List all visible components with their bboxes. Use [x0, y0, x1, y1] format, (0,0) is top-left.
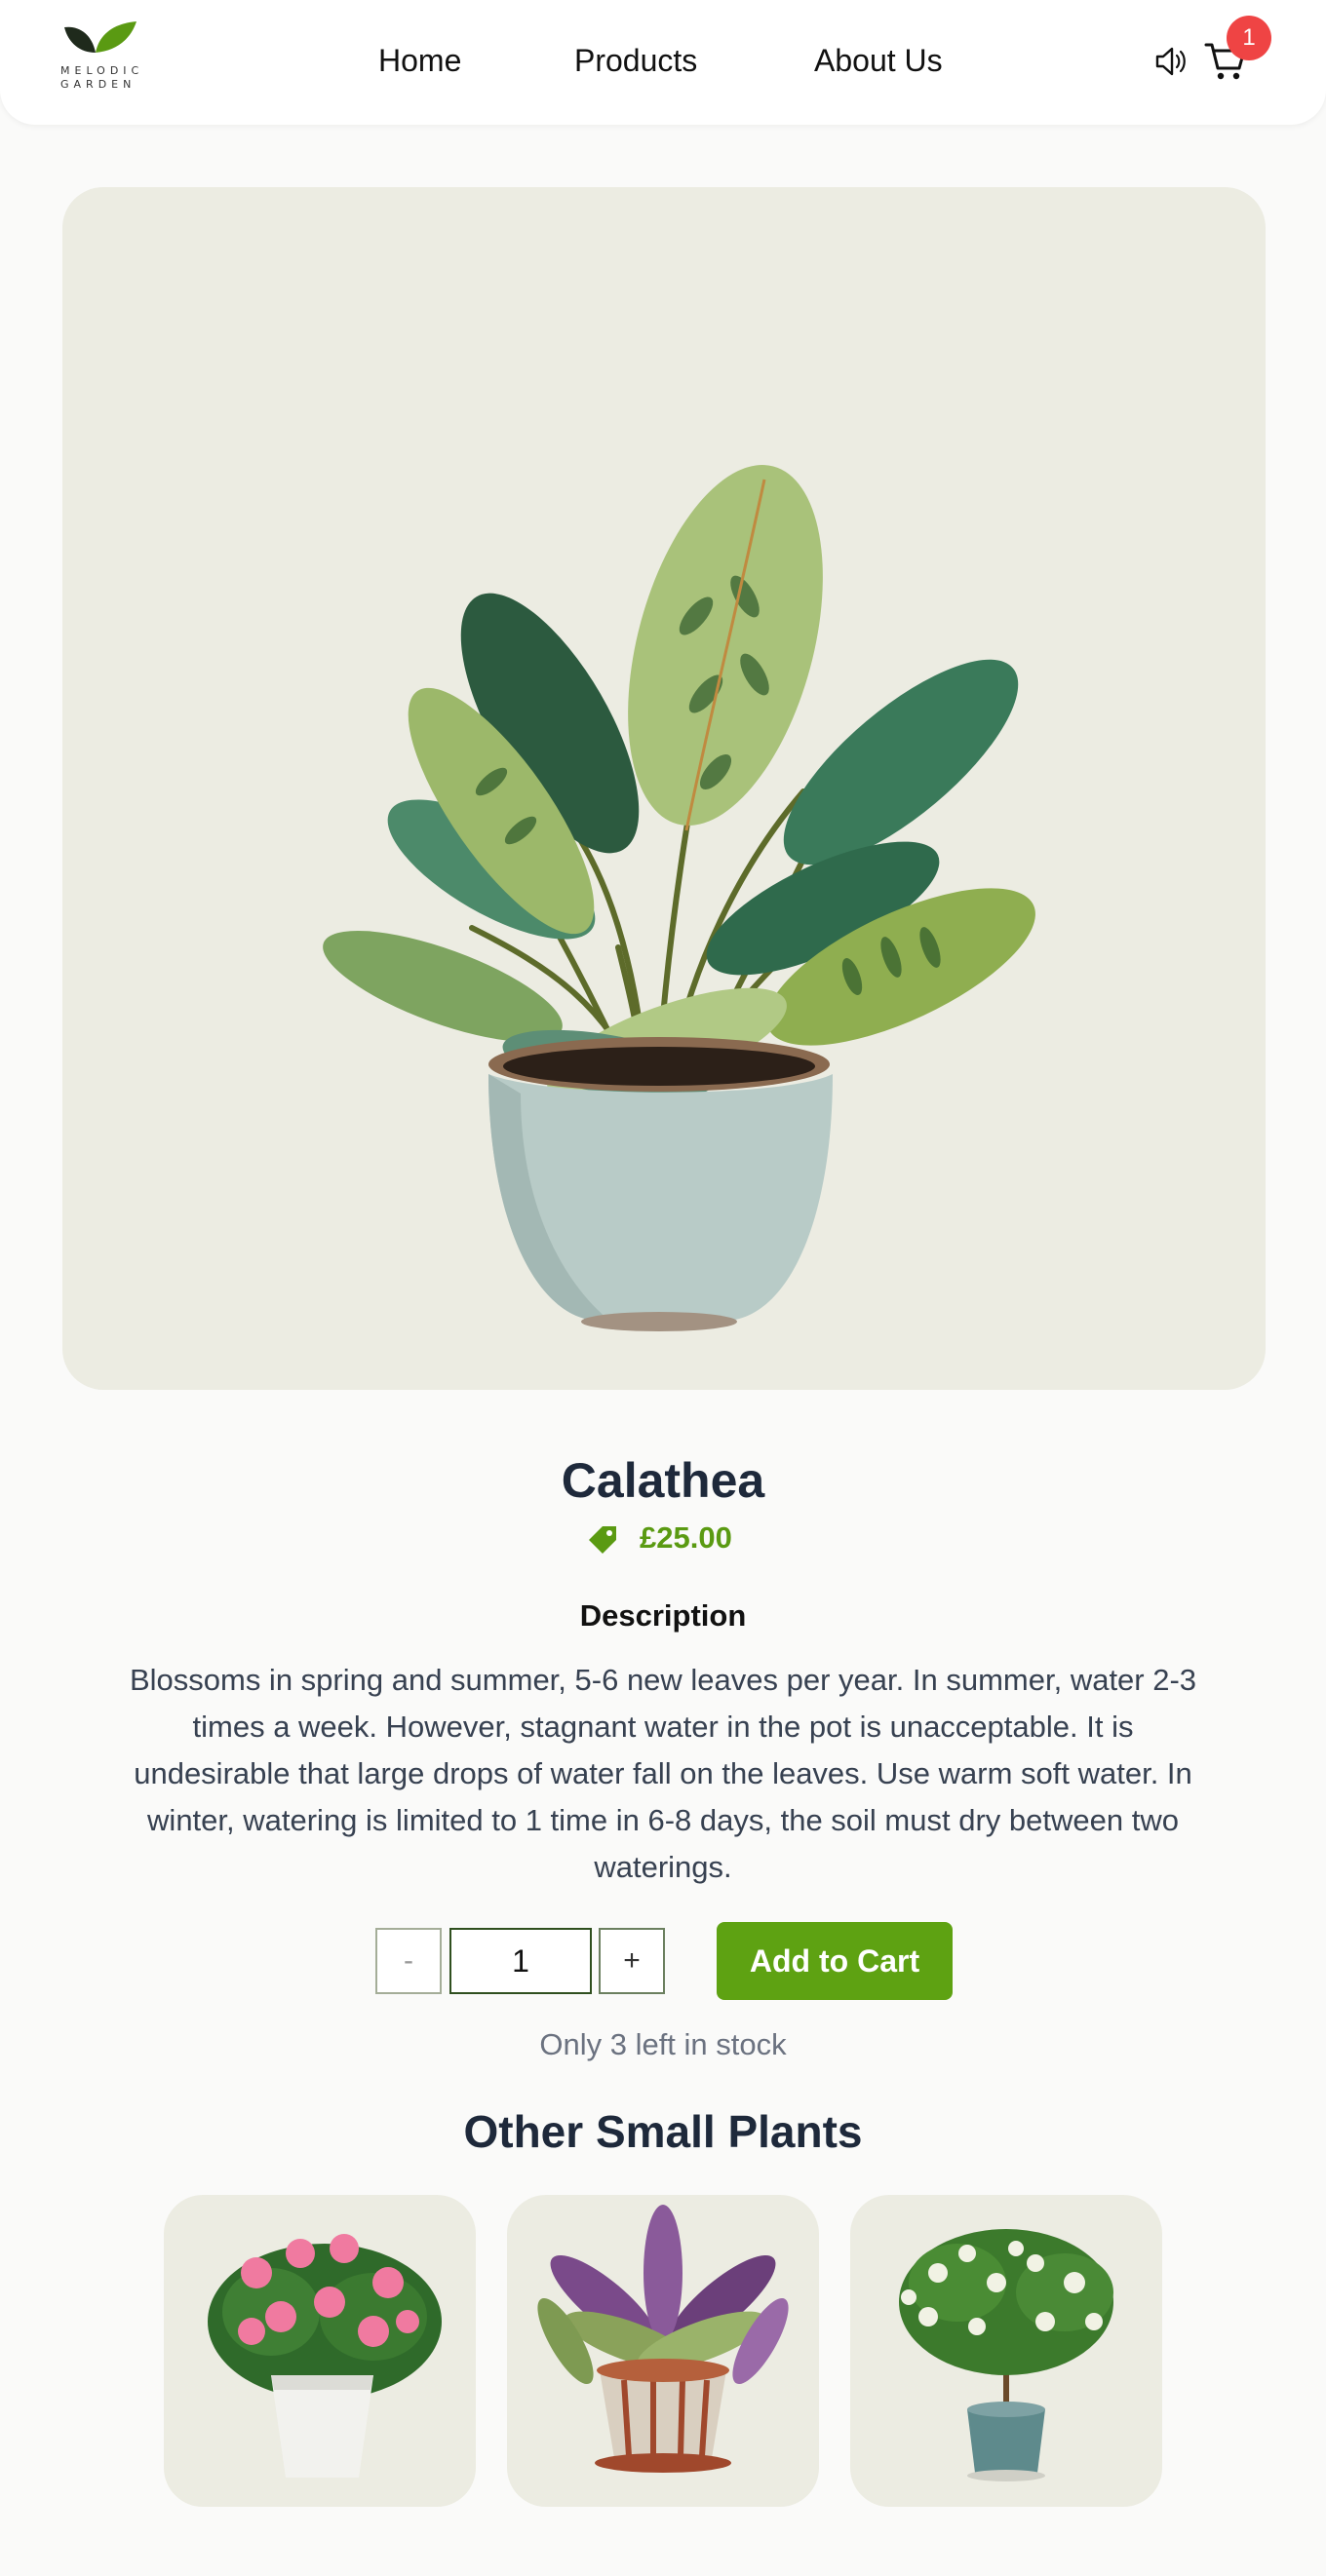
- speaker-icon[interactable]: [1152, 43, 1190, 85]
- cart-count-badge: 1: [1227, 16, 1271, 60]
- related-product-card-2[interactable]: [507, 2195, 819, 2507]
- leaf-logo-icon: [64, 21, 136, 53]
- product-image: [62, 187, 1266, 1390]
- price-tag-icon: [589, 1526, 616, 1554]
- nav-home[interactable]: Home: [378, 43, 461, 79]
- brand-logo[interactable]: MELODIC GARDEN: [57, 19, 164, 97]
- nav-about-us[interactable]: About Us: [814, 43, 943, 79]
- pink-flower-plant-image: [208, 2234, 442, 2478]
- quantity-input[interactable]: [449, 1928, 592, 1994]
- decrease-quantity-button[interactable]: -: [375, 1928, 442, 1994]
- stock-status: Only 3 left in stock: [539, 2027, 787, 2061]
- brand-name-line1: MELODIC: [60, 64, 144, 77]
- site-header: MELODIC GARDEN Home Products About Us 1: [0, 0, 1326, 125]
- increase-quantity-button[interactable]: +: [599, 1928, 665, 1994]
- product-description: Blossoms in spring and summer, 5-6 new l…: [129, 1663, 1197, 1884]
- tradescantia-plant-image: [537, 2205, 789, 2473]
- nav-products[interactable]: Products: [574, 43, 697, 79]
- related-products-heading: Other Small Plants: [463, 2106, 863, 2157]
- jasmine-tree-plant-image: [899, 2229, 1113, 2481]
- related-product-card-3[interactable]: [850, 2195, 1162, 2507]
- description-heading: Description: [579, 1598, 747, 1633]
- brand-name-line2: GARDEN: [60, 78, 136, 91]
- product-title: Calathea: [561, 1453, 765, 1508]
- add-to-cart-button[interactable]: Add to Cart: [717, 1922, 953, 2000]
- related-product-card-1[interactable]: [164, 2195, 476, 2507]
- product-price: £25.00: [640, 1520, 732, 1555]
